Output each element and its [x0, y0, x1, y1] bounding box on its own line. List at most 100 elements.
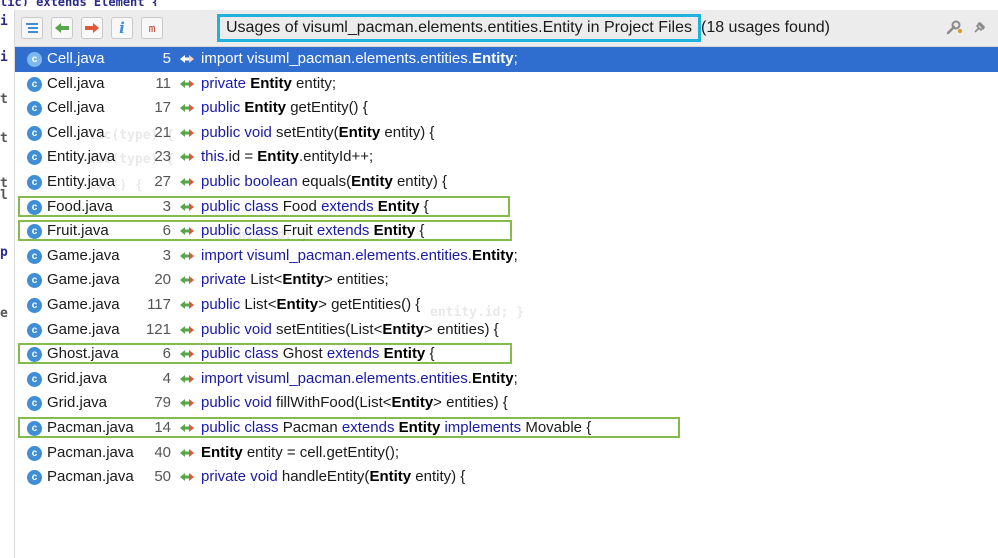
usage-code: public void setEntities(List<Entity> ent… [201, 318, 499, 343]
gutter-char: e [0, 306, 8, 321]
usage-file: Fruit.java [47, 222, 109, 240]
usage-file: Grid.java [47, 369, 108, 387]
usage-row[interactable]: c Pacman.java 40 Entity entity = cell.getEn… [15, 441, 998, 466]
code-fragment: Food [282, 197, 322, 215]
code-fragment: > entities) { [433, 394, 508, 412]
usage-file: Entity.java [47, 172, 116, 190]
usage-file: Game.java [47, 295, 120, 313]
usage-line-number: 3 [162, 246, 171, 264]
usage-row[interactable]: c Cell.java 21 public void setEntity(Entity… [15, 121, 998, 146]
highlighted-symbol: Entity [250, 74, 292, 92]
code-fragment: { [419, 197, 429, 215]
usage-code: public void fillWithFood(List<Entity> en… [201, 391, 508, 416]
usage-line-number: 23 [154, 148, 171, 166]
highlighted-symbol: Entity [338, 123, 381, 141]
show-write-access-button[interactable] [81, 17, 103, 39]
usage-row[interactable]: c Pacman.java 50 private void handleEntity(… [15, 465, 998, 490]
usage-row[interactable]: c Food.java 3 public class Food extends Ent… [15, 195, 998, 220]
code-fragment: public boolean [201, 172, 302, 190]
class-icon: c [27, 420, 42, 436]
code-fragment: extends [341, 418, 399, 436]
usage-file: Cell.java [47, 123, 105, 141]
code-fragment: setEntity( [276, 123, 339, 141]
usage-row[interactable]: c Pacman.java 14 public class Pacman extend… [15, 416, 998, 441]
highlighted-symbol: Entity [398, 418, 441, 436]
code-fragment: public void [201, 123, 277, 141]
editor-window: lic) extends Element { i i t t t l p e [0, 0, 998, 558]
usage-file: Grid.java [47, 394, 108, 412]
code-fragment: entity) { [411, 468, 466, 486]
code-fragment: extends [316, 222, 374, 240]
usage-row[interactable]: c Game.java 121 public void setEntities(Lis… [15, 318, 998, 343]
code-fragment: public class [201, 197, 283, 215]
show-read-access-button[interactable] [51, 17, 73, 39]
usage-line-number: 121 [145, 320, 171, 338]
group-icon [26, 23, 38, 33]
usage-row[interactable]: c Grid.java 4 import visuml_pacman.elements… [15, 367, 998, 392]
usage-code: import visuml_pacman.elements.entities.E… [201, 244, 518, 269]
usage-line-number: 79 [154, 394, 171, 412]
usage-line-number: 117 [147, 295, 171, 313]
code-fragment: public [201, 99, 245, 117]
code-fragment: .id = [224, 148, 258, 166]
code-fragment: { [425, 345, 435, 363]
usage-row[interactable]: c Entity.java 23 this.id = Entity.entityId+… [15, 145, 998, 170]
usage-file: Ghost.java [47, 345, 119, 363]
usage-row[interactable]: c Entity.java 27 public boolean equals(Enti… [15, 170, 998, 195]
code-fragment: public void [201, 320, 277, 338]
highlighted-symbol: Entity [276, 295, 319, 313]
usage-row[interactable]: c Game.java 20 private List<Entity> entitie… [15, 268, 998, 293]
gutter-char: i [0, 50, 8, 65]
read-access-icon [55, 23, 69, 33]
code-fragment: handleEntity( [281, 468, 370, 486]
usage-line-number: 14 [154, 418, 171, 436]
usage-row[interactable]: c Ghost.java 6 public class Ghost extends E… [15, 342, 998, 367]
gutter-char: t [0, 131, 8, 146]
usage-code: public class Ghost extends Entity { [201, 342, 434, 367]
usage-code: Entity entity = cell.getEntity(); [201, 441, 399, 466]
usage-code: public boolean equals(Entity entity) { [201, 170, 447, 195]
usage-row[interactable]: c Game.java 117 public List<Entity> getEnti… [15, 293, 998, 318]
gutter-char: i [0, 14, 8, 29]
usage-arrow-icon [180, 448, 194, 457]
code-fragment: fillWithFood(List< [276, 394, 392, 412]
code-fragment: import visuml_pacman.elements.entities. [201, 50, 472, 67]
highlighted-symbol: Entity [383, 345, 426, 363]
code-fragment: Movable { [525, 418, 592, 436]
pin-icon[interactable] [971, 20, 987, 36]
usage-line-number: 3 [162, 197, 171, 215]
usage-line-number: 50 [154, 468, 171, 486]
usage-arrow-icon [180, 79, 194, 88]
code-fragment: List< [244, 295, 277, 313]
info-button[interactable]: i [111, 17, 133, 39]
usage-row[interactable]: c Game.java 3 import visuml_pacman.elements… [15, 244, 998, 269]
class-icon: c [27, 322, 42, 338]
code-fragment: > entities) { [424, 320, 499, 338]
usage-row[interactable]: c Cell.java 11 private Entity entity; [15, 72, 998, 97]
settings-wrench-icon[interactable] [945, 20, 963, 36]
usage-file: Cell.java [47, 74, 105, 92]
usage-row[interactable]: c Grid.java 79 public void fillWithFood(Lis… [15, 391, 998, 416]
class-icon: c [27, 174, 42, 190]
usage-row[interactable]: c Cell.java 17 public Entity getEntity() { [15, 96, 998, 121]
info-icon: i [119, 19, 125, 37]
usage-arrow-icon [180, 153, 194, 162]
usage-row-selected[interactable]: c Cell.java 5 import visuml_pacman.elements… [15, 47, 998, 72]
code-fragment: private void [201, 468, 282, 486]
usage-count: (18 usages found) [700, 19, 830, 36]
merge-usages-button[interactable]: m [141, 17, 163, 39]
code-fragment: ; [513, 50, 518, 67]
usage-row[interactable]: c Fruit.java 6 public class Fruit extends E… [15, 219, 998, 244]
usage-arrow-icon [180, 55, 194, 63]
group-by-button[interactable] [21, 17, 43, 39]
highlighted-symbol: Entity [257, 148, 299, 166]
code-fragment: > getEntities() { [318, 295, 421, 313]
usage-file: Pacman.java [47, 418, 134, 436]
merge-icon: m [148, 21, 156, 35]
usage-code: public class Fruit extends Entity { [201, 219, 424, 244]
gutter-char: l [0, 188, 8, 203]
usage-code: this.id = Entity.entityId++; [201, 145, 373, 170]
highlighted-symbol: Entity [201, 443, 243, 461]
usage-line-number: 4 [162, 369, 171, 387]
usages-list: c Cell.java 5 import visuml_pacman.elements… [15, 47, 998, 490]
